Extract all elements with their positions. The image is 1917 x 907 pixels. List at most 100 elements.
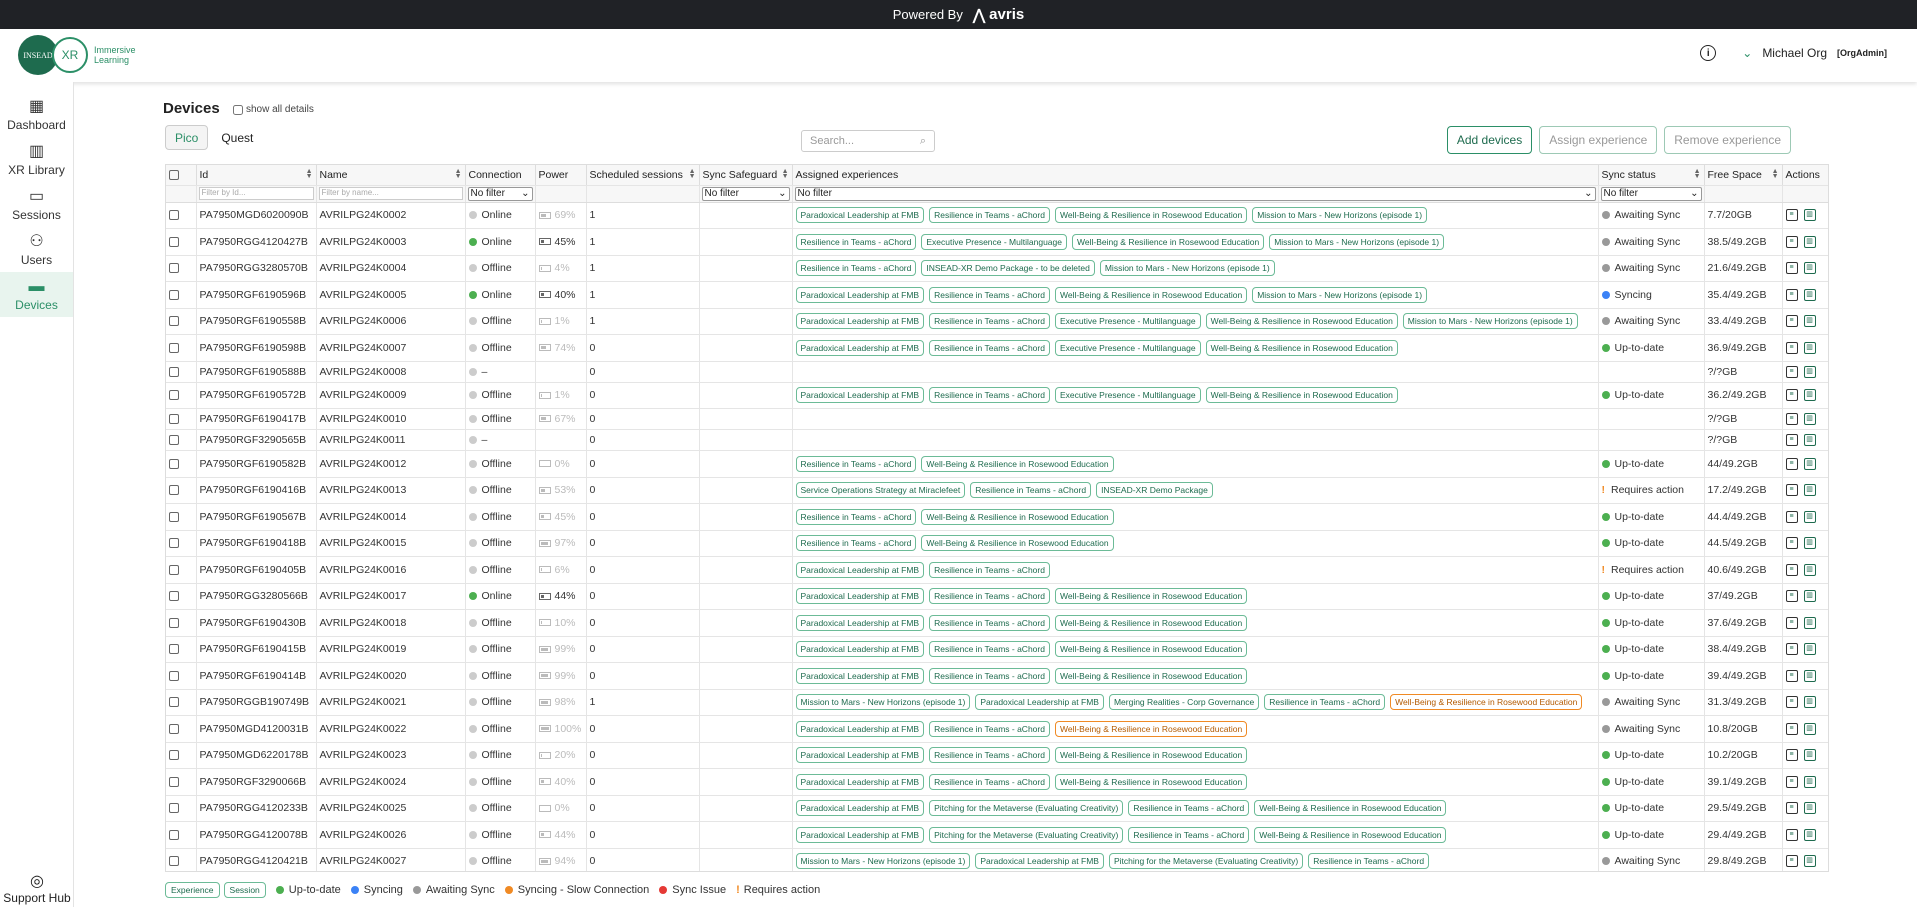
row-checkbox[interactable] (169, 458, 179, 469)
details-icon[interactable]: ≡ (1785, 315, 1798, 328)
details-icon[interactable]: ≡ (1785, 389, 1798, 402)
experience-tag[interactable]: INSEAD-XR Demo Package (1096, 482, 1213, 499)
tab-quest[interactable]: Quest (212, 125, 262, 150)
trash-icon[interactable]: ▥ (1803, 288, 1816, 301)
table-row[interactable]: PA7950RGF6190567B AVRILPG24K0014 Offline… (166, 503, 1828, 531)
row-checkbox[interactable] (169, 776, 179, 787)
table-row[interactable]: PA7950RGF6190582B AVRILPG24K0012 Offline… (166, 450, 1828, 478)
experience-tag[interactable]: Paradoxical Leadership at FMB (795, 387, 925, 404)
experience-tag[interactable]: Well-Being & Resilience in Rosewood Educ… (1205, 339, 1398, 356)
experience-tag[interactable]: Well-Being & Resilience in Rosewood Educ… (1205, 313, 1398, 330)
trash-icon[interactable]: ▥ (1803, 802, 1816, 815)
row-checkbox[interactable] (169, 210, 179, 221)
table-row[interactable]: PA7950RGF6190572B AVRILPG24K0009 Offline… (166, 382, 1828, 409)
column-header-free-space[interactable]: Free Space ▲ ▼ (1704, 165, 1783, 186)
row-checkbox[interactable] (169, 697, 179, 708)
sidebar-item-users[interactable]: ⚇ Users (0, 227, 73, 272)
trash-icon[interactable]: ▥ (1803, 696, 1816, 709)
row-checkbox[interactable] (169, 342, 179, 353)
experience-tag[interactable]: Resilience in Teams - aChord (929, 286, 1050, 303)
experience-tag[interactable]: Paradoxical Leadership at FMB (795, 286, 925, 303)
experience-tag[interactable]: Resilience in Teams - aChord (795, 455, 917, 472)
table-row[interactable]: PA7950RGG3280570B AVRILPG24K0004 Offline… (166, 255, 1828, 282)
table-row[interactable]: PA7950MGD6220178B AVRILPG24K0023 Offline… (166, 742, 1828, 769)
table-row[interactable]: PA7950RGF3290565B AVRILPG24K0011 – 0 ?/?… (166, 429, 1828, 451)
details-icon[interactable]: ≡ (1785, 510, 1798, 523)
experience-tag[interactable]: Paradoxical Leadership at FMB (975, 694, 1104, 711)
experience-tag[interactable]: Resilience in Teams - aChord (795, 233, 917, 250)
row-checkbox[interactable] (169, 829, 179, 840)
sidebar-item-sessions[interactable]: ▭ Sessions (0, 182, 73, 227)
experience-tag[interactable]: Resilience in Teams - aChord (929, 773, 1050, 790)
experience-tag[interactable]: Well-Being & Resilience in Rosewood Educ… (921, 508, 1114, 525)
filter-sync-status-select[interactable]: No filter ⌄ (1600, 186, 1702, 201)
show-all-checkbox[interactable] (233, 104, 243, 115)
column-header-id[interactable]: Id ▲ ▼ (196, 165, 317, 186)
trash-icon[interactable]: ▥ (1803, 235, 1816, 248)
info-icon[interactable]: i (1700, 45, 1717, 61)
experience-tag[interactable]: Well-Being & Resilience in Rosewood Educ… (1254, 800, 1447, 817)
trash-icon[interactable]: ▥ (1803, 643, 1816, 656)
experience-tag[interactable]: Mission to Mars - New Horizons (episode … (1099, 260, 1275, 277)
tab-pico[interactable]: Pico (165, 125, 209, 150)
experience-tag[interactable]: INSEAD-XR Demo Package - to be deleted (921, 260, 1095, 277)
experience-tag[interactable]: Well-Being & Resilience in Rosewood Educ… (1054, 773, 1248, 790)
details-icon[interactable]: ≡ (1785, 643, 1798, 656)
sort-icon[interactable]: ▲ ▼ (1772, 168, 1779, 180)
experience-tag[interactable]: Well-Being & Resilience in Rosewood Educ… (1054, 747, 1248, 764)
experience-tag[interactable]: Well-Being & Resilience in Rosewood Educ… (1071, 233, 1265, 250)
experience-tag[interactable]: Resilience in Teams - aChord (1264, 694, 1386, 711)
experience-tag[interactable]: Resilience in Teams - aChord (1128, 800, 1250, 817)
table-row[interactable]: PA7950MGD6020090B AVRILPG24K0002 Online … (166, 202, 1828, 229)
trash-icon[interactable]: ▥ (1803, 775, 1816, 788)
experience-tag[interactable]: Resilience in Teams - aChord (795, 260, 917, 277)
table-row[interactable]: PA7950RGF6190405B AVRILPG24K0016 Offline… (166, 556, 1828, 584)
trash-icon[interactable]: ▥ (1803, 749, 1816, 762)
table-row[interactable]: PA7950RGF6190558B AVRILPG24K0006 Offline… (166, 308, 1828, 335)
experience-tag[interactable]: Well-Being & Resilience in Rosewood Educ… (1054, 588, 1248, 605)
experience-tag[interactable]: Paradoxical Leadership at FMB (795, 561, 925, 578)
experience-tag[interactable]: Resilience in Teams - aChord (929, 641, 1050, 658)
filter-id-input[interactable]: Filter by Id... (198, 187, 314, 200)
table-row[interactable]: PA7950RGF6190414B AVRILPG24K0020 Offline… (166, 662, 1828, 690)
experience-tag[interactable]: Pitching for the Metaverse (Evaluating C… (929, 800, 1124, 817)
table-row[interactable]: PA7950RGF6190430B AVRILPG24K0018 Offline… (166, 609, 1828, 637)
experience-tag[interactable]: Well-Being & Resilience in Rosewood Educ… (1054, 286, 1248, 303)
experience-tag[interactable]: Pitching for the Metaverse (Evaluating C… (929, 826, 1124, 843)
experience-tag[interactable]: Well-Being & Resilience in Rosewood Educ… (1054, 614, 1248, 631)
experience-tag[interactable]: Merging Realities - Corp Governance (1108, 694, 1260, 711)
trash-icon[interactable]: ▥ (1803, 315, 1816, 328)
details-icon[interactable]: ≡ (1785, 775, 1798, 788)
user-name[interactable]: Michael Org (1762, 46, 1827, 60)
experience-tag[interactable]: Mission to Mars - New Horizons (episode … (1252, 207, 1428, 224)
details-icon[interactable]: ≡ (1785, 696, 1798, 709)
trash-icon[interactable]: ▥ (1803, 484, 1816, 497)
experience-tag[interactable]: Paradoxical Leadership at FMB (795, 588, 925, 605)
sort-icon[interactable]: ▲ ▼ (1694, 168, 1701, 180)
experience-tag[interactable]: Resilience in Teams - aChord (795, 535, 917, 552)
show-all-details-toggle[interactable]: show all details (233, 104, 314, 115)
column-header-sync-safeguard[interactable]: Sync Safeguard ▲ ▼ (699, 165, 793, 186)
experience-tag[interactable]: Mission to Mars - New Horizons (episode … (795, 694, 971, 711)
details-icon[interactable]: ≡ (1785, 209, 1798, 222)
row-checkbox[interactable] (169, 856, 179, 867)
experience-tag[interactable]: Paradoxical Leadership at FMB (795, 773, 925, 790)
details-icon[interactable]: ≡ (1785, 434, 1798, 446)
trash-icon[interactable]: ▥ (1803, 669, 1816, 682)
trash-icon[interactable]: ▥ (1803, 434, 1816, 446)
experience-tag[interactable]: Resilience in Teams - aChord (929, 313, 1050, 330)
table-row[interactable]: PA7950RGF3290066B AVRILPG24K0024 Offline… (166, 768, 1828, 796)
experience-tag[interactable]: Paradoxical Leadership at FMB (795, 614, 925, 631)
details-icon[interactable]: ≡ (1785, 616, 1798, 629)
table-row[interactable]: PA7950RGF6190415B AVRILPG24K0019 Offline… (166, 636, 1828, 663)
details-icon[interactable]: ≡ (1785, 669, 1798, 682)
sort-icon[interactable]: ▲ ▼ (306, 168, 313, 180)
experience-tag[interactable]: Well-Being & Resilience in Rosewood Educ… (1254, 826, 1447, 843)
experience-tag[interactable]: Paradoxical Leadership at FMB (795, 667, 925, 684)
row-checkbox[interactable] (169, 803, 179, 814)
experience-tag[interactable]: Executive Presence - Multilanguage (1054, 313, 1201, 330)
user-menu[interactable]: i ⌄ Michael Org [OrgAdmin] (1700, 45, 1887, 61)
column-header-power[interactable]: Power (535, 165, 587, 186)
experience-tag[interactable]: Mission to Mars - New Horizons (episode … (795, 853, 971, 870)
sort-icon[interactable]: ▲ ▼ (455, 168, 462, 180)
